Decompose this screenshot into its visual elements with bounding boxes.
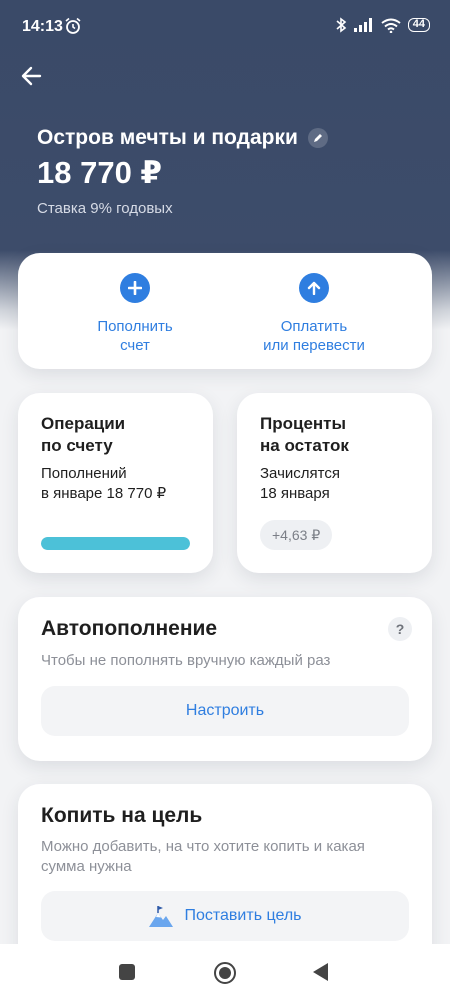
battery-icon: 44 <box>407 18 430 32</box>
autofill-card: Автопополнение ? Чтобы не пополнять вруч… <box>18 597 432 761</box>
back-arrow-icon[interactable] <box>18 60 50 92</box>
configure-label: Настроить <box>185 702 265 719</box>
recent-apps-button[interactable] <box>119 964 135 980</box>
operations-title-line1: Операции <box>41 414 126 433</box>
operations-text-line1: Пополнений <box>41 465 127 482</box>
account-title: Остров мечты и подарки <box>37 126 298 149</box>
status-bar: 14:13 44 <box>0 0 450 56</box>
edit-icon[interactable] <box>307 128 328 148</box>
pay-transfer-button[interactable]: Оплатить или перевести <box>224 273 404 355</box>
account-balance: 18 770 ₽ <box>37 155 162 190</box>
configure-autofill-button[interactable]: Настроить <box>41 686 409 736</box>
autofill-title: Автопополнение <box>41 617 218 640</box>
account-title-row: Остров мечты и подарки <box>37 126 328 150</box>
actions-card: Пополнить счет Оплатить или перевести <box>18 253 432 369</box>
interest-title: Проценты на остаток <box>260 413 349 457</box>
autofill-subtitle: Чтобы не пополнять вручную каждый раз <box>41 652 331 669</box>
operations-card[interactable]: Операции по счету Пополнений в январе 18… <box>18 393 213 573</box>
signal-icon <box>353 18 372 32</box>
operations-title: Операции по счету <box>41 413 125 457</box>
deposits-progress-bar <box>41 537 190 550</box>
question-icon[interactable]: ? <box>388 617 412 641</box>
set-goal-label: Поставить цель <box>184 907 302 924</box>
interest-amount-badge: +4,63 ₽ <box>260 520 333 550</box>
pay-label-line1: Оплатить <box>280 318 348 335</box>
system-back-button[interactable] <box>313 963 328 981</box>
interest-title-line2: на остаток <box>260 436 349 455</box>
wifi-icon <box>381 18 401 33</box>
interest-text: Зачислятся 18 января <box>260 464 340 504</box>
mountain-flag-icon <box>149 906 174 927</box>
goal-subtitle-line2: сумма нужна <box>41 858 132 875</box>
home-button[interactable] <box>214 962 236 984</box>
alarm-icon <box>65 17 81 34</box>
goal-subtitle-line1: Можно добавить, на что хотите копить и к… <box>41 838 365 855</box>
set-goal-button[interactable]: Поставить цель <box>41 891 409 941</box>
interest-rate: Ставка 9% годовых <box>37 200 173 217</box>
top-up-button[interactable]: Пополнить счет <box>45 273 225 355</box>
goal-subtitle: Можно добавить, на что хотите копить и к… <box>41 837 365 877</box>
pay-label-line2: или перевести <box>263 337 365 354</box>
operations-title-line2: по счету <box>41 436 113 455</box>
status-time: 14:13 <box>22 18 63 35</box>
top-up-label-line2: счет <box>120 337 150 354</box>
plus-icon <box>120 273 150 303</box>
operations-text-line2: в январе 18 770 ₽ <box>41 485 167 502</box>
interest-card[interactable]: Проценты на остаток Зачислятся 18 января… <box>237 393 432 573</box>
goal-title: Копить на цель <box>41 804 203 827</box>
arrow-up-icon <box>299 273 329 303</box>
interest-title-line1: Проценты <box>260 414 347 433</box>
bluetooth-icon <box>336 17 347 33</box>
interest-text-line2: 18 января <box>260 485 330 502</box>
interest-text-line1: Зачислятся <box>260 465 340 482</box>
system-nav-bar <box>0 944 450 1000</box>
operations-text: Пополнений в январе 18 770 ₽ <box>41 464 166 504</box>
top-up-label-line1: Пополнить <box>97 318 173 335</box>
deposits-progress-fill <box>41 537 190 550</box>
